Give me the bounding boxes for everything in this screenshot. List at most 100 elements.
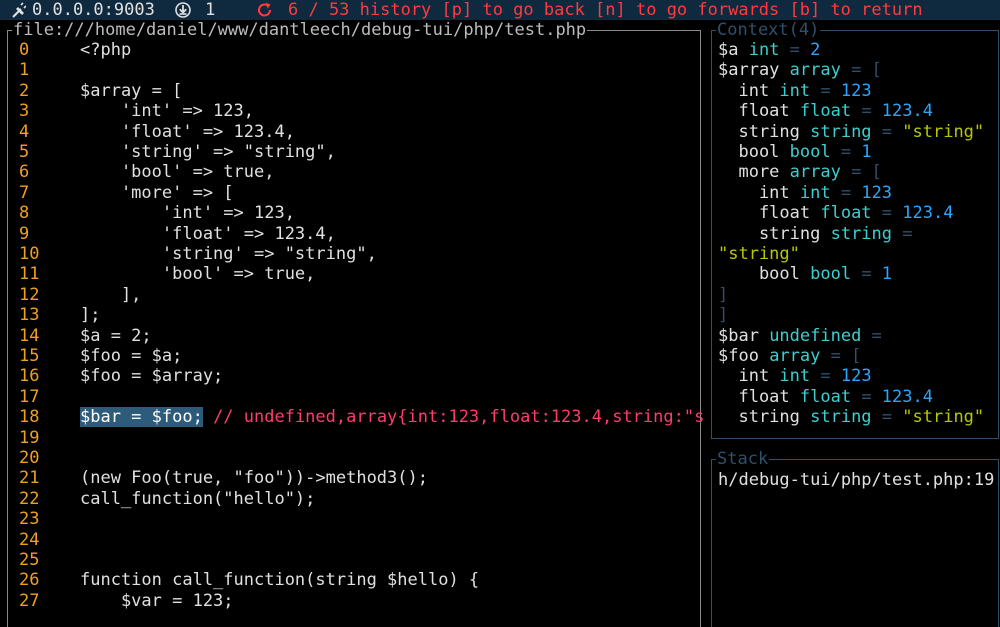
context-num: 123.4 — [881, 101, 933, 122]
code-text: $bar = $foo; — [80, 407, 203, 428]
context-variable-row[interactable]: ] — [718, 305, 728, 325]
context-eq: = [ — [840, 60, 882, 81]
line-number: 10 — [19, 244, 40, 264]
code-text: 'string' => "string", — [80, 244, 377, 264]
context-variable-row[interactable]: float float = 123.4 — [718, 101, 933, 121]
context-num: 123 — [861, 182, 893, 203]
context-num: 123.4 — [881, 386, 933, 407]
context-variable-row[interactable]: int int = 123 — [718, 80, 872, 101]
code-text: (new Foo(true, "foo"))->method3(); — [80, 468, 428, 489]
context-name: more — [718, 162, 790, 183]
context-type: string — [810, 121, 872, 142]
code-text: 'bool' => true, — [80, 162, 275, 183]
history-status: 6 / 53 history [p] to go back [n] to go … — [288, 0, 923, 20]
context-type: bool — [789, 142, 831, 162]
line-code: $array = [ — [80, 81, 182, 101]
context-str: "string" — [902, 407, 985, 428]
line-number: 12 — [19, 284, 40, 305]
context-eq: = — [810, 80, 841, 101]
context-type: float — [799, 101, 852, 122]
context-variable-row[interactable]: more array = [ — [718, 162, 881, 183]
source-panel: file:///home/daniel/www/dantleech/debug-… — [7, 20, 704, 627]
context-str: "string" — [718, 244, 800, 264]
context-variable-row[interactable]: $a int = 2 — [718, 40, 820, 60]
code-text: 'string' => "string", — [80, 142, 336, 162]
line-number: 27 — [19, 590, 40, 611]
code-text: function call_function(string $hello) { — [80, 570, 480, 591]
context-eq: = — [871, 407, 903, 428]
context-variable-row[interactable]: float float = 123.4 — [718, 203, 954, 224]
line-number: 19 — [19, 427, 40, 448]
context-variable-row[interactable]: int int = 123 — [718, 366, 872, 387]
line-number: 15 — [19, 346, 40, 366]
code-text: ]; — [80, 305, 101, 326]
context-variable-row[interactable]: bool bool = 1 — [718, 142, 871, 162]
line-number: 18 — [19, 407, 40, 428]
line-number: 26 — [19, 570, 40, 591]
context-panel: Context(4) $a int = 2 $array array = [ in… — [711, 20, 999, 439]
context-variable-row[interactable]: float float = 123.4 — [718, 387, 933, 407]
context-variable-row[interactable]: "string" — [718, 244, 800, 264]
context-name: string — [718, 121, 811, 142]
context-eq: = — [779, 40, 811, 60]
line-code: 'bool' => true, — [80, 162, 275, 183]
code-text: $foo = $array; — [80, 366, 224, 387]
context-name: string — [718, 223, 831, 244]
context-num: 123 — [840, 366, 872, 387]
code-text: 'more' => [ — [80, 182, 234, 203]
context-br: ] — [718, 284, 729, 305]
download-circle-icon — [174, 0, 192, 20]
context-eq: = — [851, 386, 882, 407]
line-code: $foo = $array; — [80, 366, 223, 386]
stack-panel: Stack h/debug-tui/php/test.php:19 — [711, 449, 999, 627]
line-number: 4 — [19, 121, 30, 142]
line-code: <?php — [80, 40, 131, 60]
context-variable-row[interactable]: $array array = [ — [718, 60, 882, 80]
context-title: Context(4) — [716, 20, 821, 40]
context-type: undefined — [769, 325, 862, 346]
context-variable-row[interactable]: string string = "string" — [718, 407, 984, 427]
line-code: ], — [80, 285, 141, 305]
context-type: array — [769, 346, 821, 366]
code-text: 'int' => 123, — [80, 101, 254, 122]
line-code: 'string' => "string", — [80, 244, 377, 264]
line-number: 2 — [19, 80, 30, 101]
line-number: 25 — [19, 550, 40, 570]
context-name: bool — [718, 264, 811, 285]
code-text: call_function("hello"); — [80, 488, 316, 509]
context-variable-row[interactable]: ] — [718, 285, 728, 305]
line-code: 'string' => "string", — [80, 142, 336, 162]
context-eq: = — [851, 264, 882, 285]
context-name: $bar — [718, 325, 770, 346]
context-name: float — [718, 386, 800, 407]
line-code: 'bool' => true, — [80, 264, 316, 284]
context-variable-row[interactable]: string string = — [718, 224, 913, 244]
context-num: 123.4 — [902, 203, 954, 224]
context-name: bool — [718, 142, 790, 162]
context-num: 123 — [840, 80, 872, 101]
context-name: $foo — [718, 346, 770, 366]
line-code: function call_function(string $hello) { — [80, 570, 479, 590]
context-eq: = — [830, 142, 862, 162]
stack-frame[interactable]: h/debug-tui/php/test.php:19 — [718, 470, 994, 490]
context-type: float — [820, 203, 872, 224]
context-variable-row[interactable]: int int = 123 — [718, 183, 892, 203]
source-file-path: file:///home/daniel/www/dantleech/debug-… — [12, 20, 588, 40]
context-type: array — [789, 162, 841, 183]
context-variable-row[interactable]: bool bool = 1 — [718, 264, 892, 284]
context-type: int — [779, 366, 811, 387]
context-name: float — [718, 101, 800, 122]
line-number: 23 — [19, 509, 40, 530]
context-str: "string" — [902, 121, 985, 142]
context-variable-row[interactable]: $foo array = [ — [718, 346, 861, 366]
line-number: 13 — [19, 305, 40, 326]
context-variable-row[interactable]: string string = "string" — [718, 122, 984, 142]
line-number: 9 — [19, 223, 30, 244]
line-number: 7 — [19, 182, 30, 203]
context-type: float — [799, 386, 852, 407]
code-text: 'int' => 123, — [80, 203, 295, 224]
line-code: 'int' => 123, — [80, 203, 295, 223]
line-number: 1 — [19, 60, 30, 81]
context-name: int — [718, 366, 780, 387]
context-variable-row[interactable]: $bar undefined = — [718, 326, 882, 346]
